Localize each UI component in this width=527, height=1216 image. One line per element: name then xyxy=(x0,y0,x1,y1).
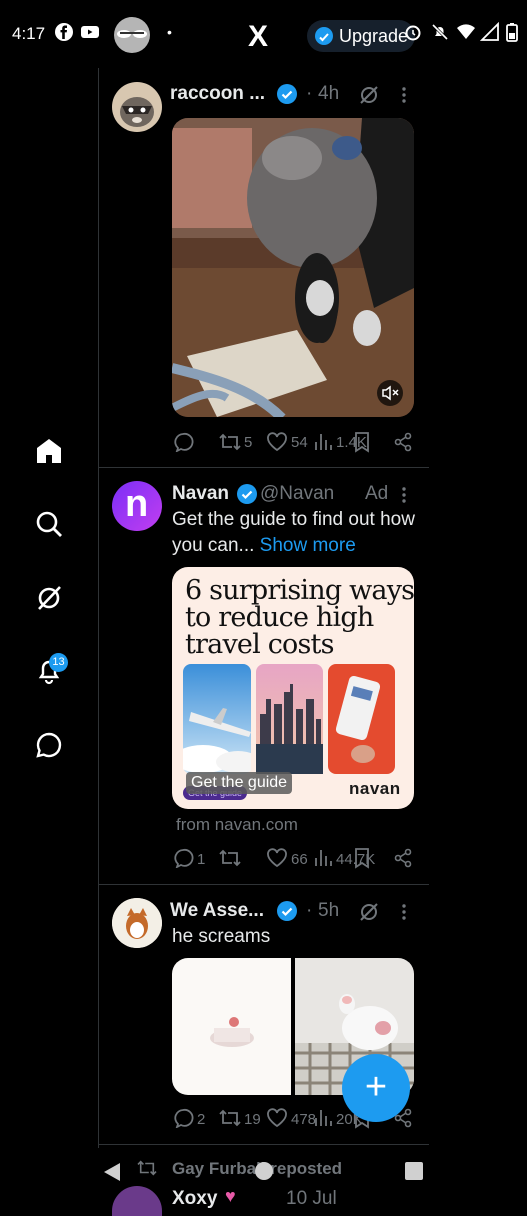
retweet-count: 19 xyxy=(244,1111,261,1128)
app-notification-icon xyxy=(114,17,150,53)
tweet-author-name[interactable]: We Asse... xyxy=(170,900,264,922)
upgrade-label: Upgrade xyxy=(339,26,409,46)
city-skyline-photo xyxy=(256,664,323,774)
x-logo[interactable]: X xyxy=(248,20,268,54)
tweet-text: Get the guide to find out how you can...… xyxy=(172,507,422,559)
battery-icon xyxy=(506,23,518,42)
grok-icon[interactable] xyxy=(34,583,64,613)
retweet-icon[interactable] xyxy=(218,848,242,868)
more-options-icon[interactable] xyxy=(396,85,412,105)
avatar[interactable]: n xyxy=(112,481,162,531)
reply-icon[interactable] xyxy=(172,848,194,868)
system-nav-bar xyxy=(0,1148,527,1200)
check-icon xyxy=(319,33,329,42)
avatar[interactable] xyxy=(112,82,162,132)
back-icon[interactable] xyxy=(102,1161,122,1183)
tweet-author-name[interactable]: raccoon ... xyxy=(170,83,265,105)
more-options-icon[interactable] xyxy=(396,902,412,922)
bookmark-icon[interactable] xyxy=(352,847,372,869)
ad-label: Ad xyxy=(365,483,389,504)
video-frame-image xyxy=(172,118,414,417)
home-circle-icon[interactable] xyxy=(254,1161,274,1181)
tweet-divider xyxy=(98,1144,429,1145)
reply-icon[interactable] xyxy=(172,432,194,452)
tweet-image-1[interactable] xyxy=(172,958,291,1095)
views-icon[interactable] xyxy=(314,432,332,452)
search-icon[interactable] xyxy=(34,509,64,539)
ad-headline-line-2: to reduce high xyxy=(185,602,374,633)
notification-count-badge: 13 xyxy=(49,653,68,672)
reply-count: 2 xyxy=(197,1111,206,1128)
navan-logo-icon: n xyxy=(125,483,149,525)
verified-badge-icon xyxy=(237,484,257,504)
status-time: 4:17 xyxy=(12,24,46,43)
tweet-divider xyxy=(98,884,429,885)
share-icon[interactable] xyxy=(393,848,413,868)
signal-icon xyxy=(480,22,499,41)
mute-toggle-button[interactable] xyxy=(377,380,403,406)
tweet-text: he screams xyxy=(172,926,271,947)
retweet-icon[interactable] xyxy=(218,432,242,452)
avatar[interactable] xyxy=(112,898,162,948)
tweet-handle[interactable]: @Navan xyxy=(260,483,334,505)
like-count: 478 xyxy=(291,1111,317,1128)
alarm-icon xyxy=(405,25,421,41)
views-icon[interactable] xyxy=(314,1108,332,1128)
like-icon[interactable] xyxy=(266,848,288,868)
retweet-icon[interactable] xyxy=(218,1108,242,1128)
status-bar: 4:17 • X Upgrade xyxy=(0,0,527,68)
home-icon[interactable] xyxy=(34,436,64,466)
retweet-count: 5 xyxy=(244,434,253,451)
phone-app-photo xyxy=(328,664,395,774)
tweet-timestamp[interactable]: 4h xyxy=(318,83,339,105)
tweet-dot-separator: · xyxy=(306,83,313,104)
ad-card[interactable]: 6 surprising ways to reduce high travel … xyxy=(172,567,414,809)
recents-icon[interactable] xyxy=(404,1161,424,1181)
airplane-photo xyxy=(183,664,251,774)
like-icon[interactable] xyxy=(266,1108,288,1128)
messages-icon[interactable] xyxy=(34,730,64,760)
verified-badge-icon xyxy=(277,84,297,104)
like-count: 54 xyxy=(291,434,308,451)
upgrade-button[interactable]: Upgrade xyxy=(307,20,415,52)
ad-source-link[interactable]: from navan.com xyxy=(176,815,298,835)
tweet-timestamp[interactable]: 5h xyxy=(318,900,339,922)
more-notifications-dot: • xyxy=(167,24,172,40)
raccoon-avatar-image xyxy=(112,82,162,132)
bookmark-icon[interactable] xyxy=(352,431,372,453)
grok-icon[interactable] xyxy=(358,84,380,106)
grok-icon[interactable] xyxy=(358,901,380,923)
tweet-dot-separator: · xyxy=(306,900,313,921)
reply-count: 1 xyxy=(197,851,206,868)
show-more-link[interactable]: Show more xyxy=(260,535,356,556)
get-the-guide-button[interactable]: Get the guide xyxy=(186,772,293,794)
tweet-divider xyxy=(98,467,429,468)
more-options-icon[interactable] xyxy=(396,485,412,505)
like-count: 66 xyxy=(291,851,308,868)
facebook-icon xyxy=(55,23,73,41)
views-icon[interactable] xyxy=(314,848,332,868)
tweet-author-name[interactable]: Navan xyxy=(172,483,229,505)
share-icon[interactable] xyxy=(393,432,413,452)
like-icon[interactable] xyxy=(266,432,288,452)
ad-headline-line-1: 6 surprising ways xyxy=(185,575,414,606)
tweet-video[interactable] xyxy=(172,118,414,417)
navan-brand-label: navan xyxy=(349,779,401,798)
ad-headline-line-3: travel costs xyxy=(185,629,334,660)
reply-icon[interactable] xyxy=(172,1108,194,1128)
mute-bell-icon xyxy=(431,23,449,41)
volume-muted-icon xyxy=(382,385,399,401)
compose-post-button[interactable]: + xyxy=(342,1054,410,1122)
youtube-icon xyxy=(81,26,99,38)
wifi-icon xyxy=(457,24,475,39)
verified-badge-icon xyxy=(277,901,297,921)
cat-avatar-image xyxy=(112,898,162,948)
